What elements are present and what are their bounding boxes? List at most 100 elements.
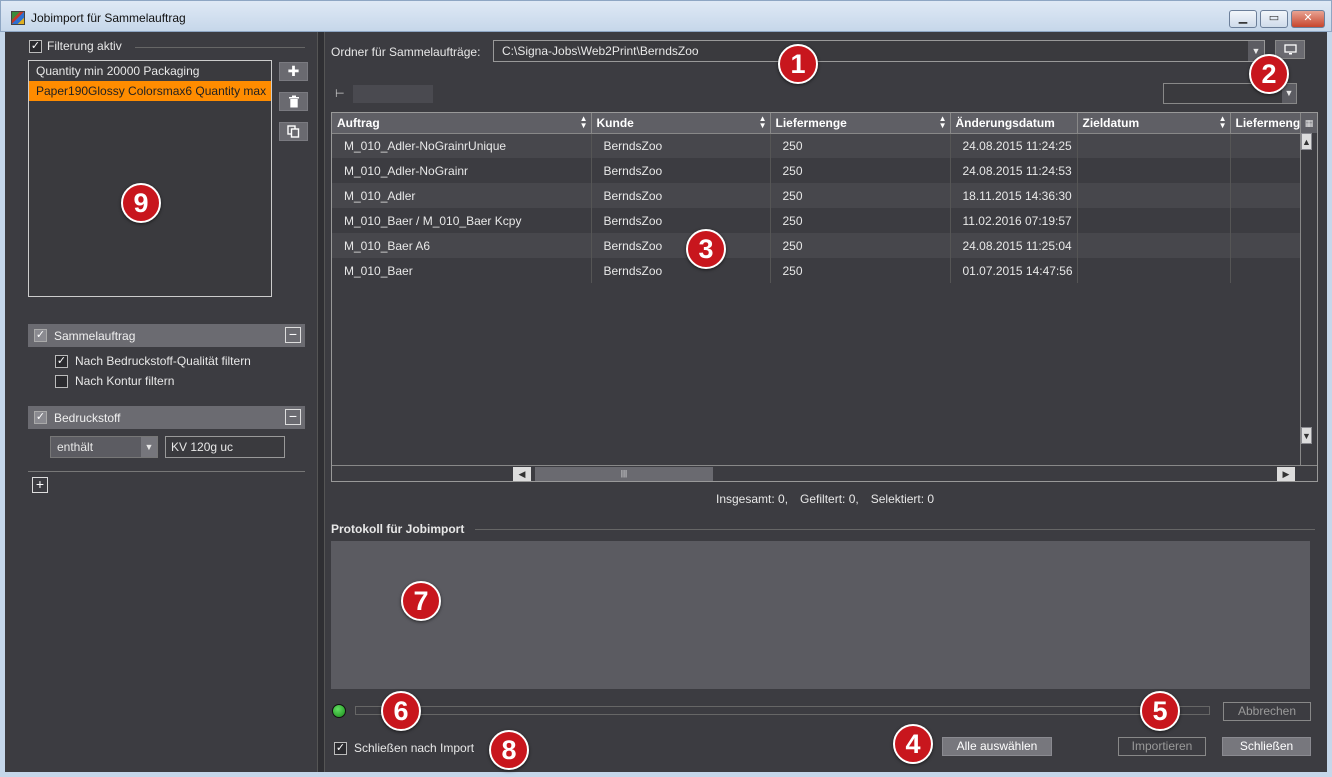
callout-6: 6 [381, 691, 421, 731]
collapse-icon[interactable]: − [285, 409, 301, 425]
folder-path-combo[interactable]: C:\Signa-Jobs\Web2Print\BerndsZoo ▼ [493, 40, 1265, 62]
scroll-up-button[interactable]: ▲ [1301, 133, 1312, 150]
chevron-down-icon[interactable]: ▼ [141, 437, 157, 457]
table-row[interactable]: M_010_Adler-NoGrainrUnique BerndsZoo 250… [332, 133, 1301, 158]
filter-list[interactable]: Quantity min 20000 Packaging Paper190Glo… [28, 60, 272, 297]
count-total: Insgesamt: 0, [716, 492, 789, 506]
cell-liefermenge: 250 [770, 133, 951, 158]
option-kontur[interactable]: Nach Kontur filtern [55, 374, 174, 388]
protocol-label: Protokoll für Jobimport [331, 522, 465, 536]
column-header-zieldatum[interactable]: Zieldatum ▲ ▼ [1077, 113, 1231, 134]
delete-filter-button[interactable] [279, 92, 308, 111]
operator-select[interactable]: enthält ▼ [50, 436, 158, 458]
scroll-thumb[interactable]: ||| [535, 467, 713, 481]
column-header-label: Auftrag [337, 115, 380, 130]
table-row[interactable]: M_010_Baer BerndsZoo 250 01.07.2015 14:4… [332, 258, 1301, 283]
filter-item-paper-glossy[interactable]: Paper190Glossy Colorsmax6 Quantity max [29, 81, 271, 101]
cell-auftrag: M_010_Baer [332, 258, 592, 283]
column-header-aenderungsdatum[interactable]: Änderungsdatum [950, 113, 1078, 134]
job-table-grid: Auftrag ▲ ▼ Kunde ▲ ▼ Liefermenge ▲ ▼ Änderung… [332, 113, 1301, 283]
section-bedruckstoff-checkbox[interactable]: ✓ [34, 411, 47, 424]
cell-aenderungsdatum: 01.07.2015 14:47:56 [950, 258, 1078, 283]
folder-label: Ordner für Sammelaufträge: [331, 45, 481, 59]
add-filter-button[interactable]: ✚ [279, 62, 308, 81]
add-criterion-button[interactable]: + [32, 477, 48, 493]
table-row[interactable]: M_010_Adler-NoGrainr BerndsZoo 250 24.08… [332, 158, 1301, 183]
cell-liefermenge: 250 [770, 233, 951, 258]
selection-counts: Insgesamt: 0, Gefiltert: 0, Selektiert: … [716, 492, 934, 506]
sort-icon: ▲ ▼ [1218, 114, 1227, 130]
collapse-icon[interactable]: − [285, 327, 301, 343]
close-after-import-label: Schließen nach Import [354, 741, 475, 755]
section-bedruckstoff-title: Bedruckstoff [54, 410, 121, 425]
option-bedruckstoff-qualitaet-label: Nach Bedruckstoff-Qualität filtern [75, 354, 251, 368]
cell-liefermenge-2 [1230, 133, 1301, 158]
close-after-import-toggle[interactable]: ✓ Schließen nach Import [334, 741, 474, 755]
quick-search-field[interactable] [353, 85, 433, 103]
filter-active-label: Filterung aktiv [47, 39, 122, 53]
column-chooser-icon[interactable]: ▦ [1301, 113, 1317, 133]
filter-active-toggle[interactable]: ✓ Filterung aktiv [29, 38, 122, 54]
close-window-button[interactable]: ✕ [1291, 10, 1325, 28]
sort-icon: ▲ ▼ [938, 114, 947, 130]
scroll-right-button[interactable]: ▶ [1277, 467, 1295, 481]
scroll-down-button[interactable]: ▼ [1301, 427, 1312, 444]
tree-view-icon[interactable]: ⊢ [335, 87, 345, 100]
cell-aenderungsdatum: 24.08.2015 11:24:25 [950, 133, 1078, 158]
callout-1: 1 [778, 44, 818, 84]
close-button[interactable]: Schließen [1222, 737, 1311, 756]
horizontal-scrollbar[interactable]: ◀ ||| ▶ [332, 465, 1317, 481]
option-bedruckstoff-qualitaet-checkbox[interactable]: ✓ [55, 354, 68, 368]
protocol-log[interactable] [331, 541, 1310, 689]
count-selected: Selektiert: 0 [870, 492, 935, 506]
cell-liefermenge: 250 [770, 258, 951, 283]
column-header-liefermenge[interactable]: Liefermenge ▲ ▼ [770, 113, 951, 134]
cell-liefermenge: 250 [770, 183, 951, 208]
column-header-label: Änderungsdatum [955, 115, 1055, 130]
count-filtered: Gefiltert: 0, [800, 492, 859, 506]
scroll-track[interactable] [1301, 133, 1317, 427]
app-icon [11, 11, 25, 25]
section-sammelauftrag-checkbox[interactable]: ✓ [34, 329, 47, 342]
select-all-button[interactable]: Alle auswählen [942, 737, 1052, 756]
table-row[interactable]: M_010_Baer / M_010_Baer Kcpy BerndsZoo 2… [332, 208, 1301, 233]
column-header-liefermenge-2[interactable]: Liefermenge [1230, 113, 1301, 134]
status-indicator [332, 704, 346, 718]
scroll-left-button[interactable]: ◀ [513, 467, 531, 481]
filter-item-quantity-packaging[interactable]: Quantity min 20000 Packaging [29, 61, 271, 81]
cell-aenderungsdatum: 11.02.2016 07:19:57 [950, 208, 1078, 233]
bedruckstoff-value-input[interactable]: KV 120g uc [165, 436, 285, 458]
minimize-button[interactable]: ▁ [1229, 10, 1257, 28]
callout-9: 9 [121, 183, 161, 223]
cell-liefermenge-2 [1230, 233, 1301, 258]
filter-active-checkbox[interactable]: ✓ [29, 39, 42, 53]
column-header-label: Liefermenge [1235, 115, 1300, 130]
filter-head-divider [135, 47, 305, 48]
section-bedruckstoff[interactable]: ✓ Bedruckstoff − [28, 406, 305, 429]
section-sammelauftrag-title: Sammelauftrag [54, 328, 136, 343]
copy-filter-button[interactable] [279, 122, 308, 141]
column-header-auftrag[interactable]: Auftrag ▲ ▼ [332, 113, 592, 134]
vertical-scrollbar[interactable]: ▦ ▲ ▼ [1300, 113, 1317, 465]
table-row[interactable]: M_010_Baer A6 BerndsZoo 250 24.08.2015 1… [332, 233, 1301, 258]
maximize-button[interactable]: ▭ [1260, 10, 1288, 28]
cell-aenderungsdatum: 18.11.2015 14:36:30 [950, 183, 1078, 208]
job-table[interactable]: Auftrag ▲ ▼ Kunde ▲ ▼ Liefermenge ▲ ▼ Änderung… [331, 112, 1318, 482]
cell-aenderungsdatum: 24.08.2015 11:24:53 [950, 158, 1078, 183]
callout-7: 7 [401, 581, 441, 621]
column-header-kunde[interactable]: Kunde ▲ ▼ [591, 113, 771, 134]
cancel-button[interactable]: Abbrechen [1223, 702, 1311, 721]
table-header-row: Auftrag ▲ ▼ Kunde ▲ ▼ Liefermenge ▲ ▼ Änderung… [332, 113, 1301, 134]
import-button[interactable]: Importieren [1118, 737, 1206, 756]
trash-icon [288, 95, 299, 108]
panel-splitter[interactable] [317, 32, 325, 772]
cell-zieldatum [1077, 233, 1231, 258]
section-sammelauftrag[interactable]: ✓ Sammelauftrag − [28, 324, 305, 347]
cell-kunde: BerndsZoo [591, 233, 771, 258]
cell-auftrag: M_010_Baer A6 [332, 233, 592, 258]
window-title: Jobimport für Sammelauftrag [31, 11, 186, 25]
table-row[interactable]: M_010_Adler BerndsZoo 250 18.11.2015 14:… [332, 183, 1301, 208]
option-kontur-checkbox[interactable] [55, 374, 68, 388]
close-after-import-checkbox[interactable]: ✓ [334, 741, 347, 755]
option-bedruckstoff-qualitaet[interactable]: ✓ Nach Bedruckstoff-Qualität filtern [55, 354, 251, 368]
